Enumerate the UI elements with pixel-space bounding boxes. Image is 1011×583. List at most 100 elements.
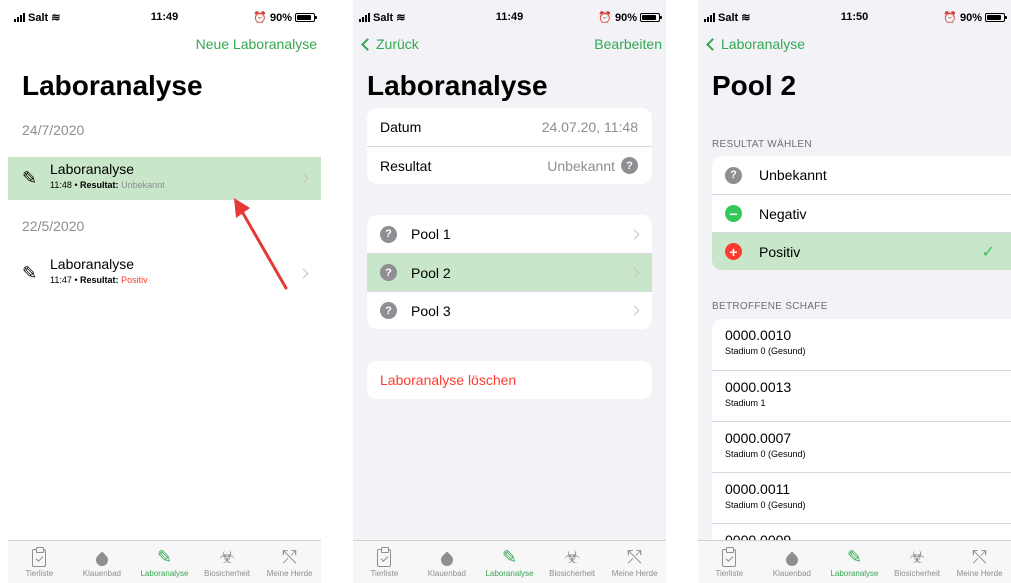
battery-percent: 90% [959, 11, 982, 24]
new-lab-analysis-button[interactable]: Neue Laboranalyse [196, 36, 317, 52]
biohazard-icon: ☣ [909, 547, 926, 567]
battery-percent: 90% [269, 11, 292, 24]
result-option-negative[interactable]: − Negativ [712, 194, 1011, 232]
test-tube-pen-icon: ✎ [156, 547, 173, 567]
battery-percent: 90% [614, 11, 637, 24]
back-button[interactable]: Zurück [359, 36, 419, 52]
back-button[interactable]: Laboranalyse [704, 36, 805, 52]
tab-bar: Tierliste Klauenbad ✎ Laboranalyse ☣ Biosi… [8, 540, 321, 583]
result-value: Unbekannt [121, 180, 165, 190]
chevron-left-icon [361, 37, 374, 51]
tab-laboranalyse[interactable]: ✎ Laboranalyse [823, 541, 886, 583]
page-title: Laboranalyse [367, 70, 548, 101]
nav-bar: Laboranalyse [698, 34, 1011, 56]
pool-row[interactable]: ? Pool 1 [367, 215, 652, 253]
sheep-row[interactable]: 0000.0013 Stadium 1 [712, 370, 1011, 421]
test-tube-pen-icon: ✎ [501, 547, 518, 567]
tab-meine-herde[interactable]: ⤲ Meine Herde [603, 541, 666, 583]
result-option-unknown[interactable]: ? Unbekannt [712, 156, 1011, 194]
test-tube-pen-icon: ✎ [22, 263, 38, 283]
sheep-row[interactable]: 0000.0007 Stadium 0 (Gesund) [712, 421, 1011, 472]
details-card: Datum 24.07.20, 11:48 Resultat Unbekannt… [367, 108, 652, 184]
result-row[interactable]: Resultat Unbekannt? [367, 146, 652, 184]
clipboard-icon [722, 547, 737, 568]
page-title: Laboranalyse [22, 70, 203, 101]
battery-icon [985, 13, 1007, 22]
screen-lab-detail: Salt ≋ 11:49 ⏰ 90% Zurück Bearbeiten Lab… [353, 0, 666, 583]
question-icon: ? [621, 157, 638, 174]
tab-laboranalyse[interactable]: ✎ Laboranalyse [133, 541, 196, 583]
alarm-icon: ⏰ [253, 12, 267, 24]
battery-icon [640, 13, 662, 22]
tab-bar: Tierliste Klauenbad ✎ Laboranalyse ☣ Biosi… [353, 540, 666, 583]
status-bar: Salt ≋ 11:50 ⏰ 90% [698, 0, 1011, 34]
affected-sheep-list: 0000.0010 Stadium 0 (Gesund) 0000.0013 Sta… [712, 319, 1011, 574]
chevron-right-icon [629, 305, 640, 316]
result-value: Positiv [121, 275, 148, 285]
sheep-section-header: BETROFFENE SCHAFE [712, 301, 828, 312]
herd-icon: ⤲ [627, 547, 642, 567]
delete-analysis-button[interactable]: Laboranalyse löschen [367, 361, 652, 399]
result-section-header: RESULTAT WÄHLEN [712, 139, 812, 150]
page-title: Pool 2 [712, 70, 797, 101]
biohazard-icon: ☣ [219, 547, 236, 567]
sheep-row[interactable]: 0000.0011 Stadium 0 (Gesund) [712, 472, 1011, 523]
status-bar: Salt ≋ 11:49 ⏰ 90% [353, 0, 666, 34]
alarm-icon: ⏰ [943, 12, 957, 24]
screen-pool-detail: Salt ≋ 11:50 ⏰ 90% Laboranalyse Pool 2 R… [698, 0, 1011, 583]
tab-tierliste[interactable]: Tierliste [698, 541, 761, 583]
chevron-right-icon [629, 267, 640, 278]
tab-tierliste[interactable]: Tierliste [8, 541, 71, 583]
battery-icon [295, 13, 317, 22]
question-icon: ? [380, 302, 397, 319]
tab-meine-herde[interactable]: ⤲ Meine Herde [258, 541, 321, 583]
drop-icon [438, 551, 456, 569]
checkmark-icon: ✓ [981, 243, 995, 261]
chevron-right-icon [298, 173, 309, 184]
pool-row[interactable]: ? Pool 3 [367, 291, 652, 329]
chevron-right-icon [298, 268, 309, 279]
sheep-row[interactable]: 0000.0010 Stadium 0 (Gesund) [712, 319, 1011, 370]
biohazard-icon: ☣ [564, 547, 581, 567]
drop-icon [93, 551, 111, 569]
status-bar: Salt ≋ 11:49 ⏰ 90% [8, 0, 321, 34]
tab-biosicherheit[interactable]: ☣ Biosicherheit [541, 541, 604, 583]
chevron-left-icon [706, 37, 719, 51]
tab-biosicherheit[interactable]: ☣ Biosicherheit [196, 541, 259, 583]
test-tube-pen-icon: ✎ [846, 547, 863, 567]
tab-laboranalyse[interactable]: ✎ Laboranalyse [478, 541, 541, 583]
result-options: ? Unbekannt − Negativ + Positiv ✓ [712, 156, 1011, 270]
minus-icon: − [725, 205, 742, 222]
date-row: Datum 24.07.20, 11:48 [380, 119, 638, 135]
section-date: 22/5/2020 [22, 218, 85, 234]
date-value: 24.07.20, 11:48 [541, 119, 638, 135]
tab-meine-herde[interactable]: ⤲ Meine Herde [948, 541, 1011, 583]
result-value: Unbekannt [547, 157, 615, 174]
edit-button[interactable]: Bearbeiten [594, 36, 662, 52]
clipboard-icon [377, 547, 392, 568]
test-tube-pen-icon: ✎ [22, 168, 38, 188]
drop-icon [783, 551, 801, 569]
pools-card: ? Pool 1 ? Pool 2 ? Pool 3 [367, 215, 652, 329]
tab-klauenbad[interactable]: Klauenbad [761, 541, 824, 583]
herd-icon: ⤲ [972, 547, 987, 567]
pool-row[interactable]: ? Pool 2 [367, 253, 652, 291]
row-title: Laboranalyse [50, 256, 135, 272]
annotation-arrow [234, 198, 288, 290]
lab-analysis-row[interactable]: ✎ Laboranalyse 11:48 • Resultat: Unbekan… [8, 157, 321, 200]
result-option-positive[interactable]: + Positiv ✓ [712, 232, 1011, 270]
question-icon: ? [725, 166, 742, 184]
tab-biosicherheit[interactable]: ☣ Biosicherheit [886, 541, 949, 583]
section-date: 24/7/2020 [22, 122, 85, 138]
screen-lab-list: Salt ≋ 11:49 ⏰ 90% Neue Laboranalyse Lab… [8, 0, 321, 583]
tab-tierliste[interactable]: Tierliste [353, 541, 416, 583]
row-title: Laboranalyse [50, 161, 135, 177]
clipboard-icon [32, 547, 47, 568]
delete-card: Laboranalyse löschen [367, 361, 652, 399]
herd-icon: ⤲ [282, 547, 297, 567]
row-subtitle: 11:48 • Resultat: Unbekannt [50, 180, 165, 190]
tab-klauenbad[interactable]: Klauenbad [71, 541, 134, 583]
row-subtitle: 11:47 • Resultat: Positiv [50, 275, 148, 285]
tab-klauenbad[interactable]: Klauenbad [416, 541, 479, 583]
tab-bar: Tierliste Klauenbad ✎ Laboranalyse ☣ Biosi… [698, 540, 1011, 583]
